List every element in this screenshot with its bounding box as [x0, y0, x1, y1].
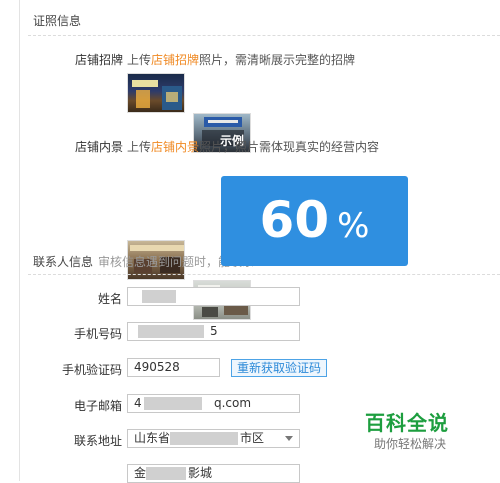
resend-code-button[interactable]: 重新获取验证码	[231, 359, 328, 377]
email-label: 电子邮箱	[73, 399, 122, 413]
redacted-city	[170, 432, 238, 445]
name-label: 姓名	[97, 292, 122, 306]
chevron-down-icon	[285, 436, 293, 441]
left-border	[19, 0, 20, 481]
address-detail-input[interactable]: 金 影城	[127, 464, 300, 483]
redacted-address	[146, 467, 186, 480]
progress-unit: %	[337, 206, 370, 246]
redacted-phone	[138, 325, 204, 338]
phone-input[interactable]: 5	[127, 322, 300, 341]
watermark-title: 百科全说	[365, 411, 449, 435]
redacted-email	[144, 397, 202, 410]
storefront-scene	[132, 80, 182, 110]
address-label: 联系地址	[73, 434, 122, 448]
contact-divider	[28, 274, 500, 275]
progress-overlay: 60 %	[221, 176, 408, 266]
contact-section-title: 联系人信息	[33, 255, 94, 269]
name-input[interactable]	[127, 287, 300, 306]
email-input[interactable]: 4 q.com	[127, 394, 300, 413]
storefront-label: 店铺招牌	[75, 53, 124, 67]
watermark-subtitle: 助你轻松解决	[374, 437, 447, 451]
progress-value: 60	[259, 191, 330, 249]
address-select[interactable]: 山东省 市区	[127, 429, 300, 448]
interior-label: 店铺内景	[75, 140, 124, 154]
code-input[interactable]: 490528	[127, 358, 220, 377]
phone-label: 手机号码	[73, 327, 122, 341]
license-section-title: 证照信息	[33, 14, 82, 28]
section-divider	[28, 35, 500, 36]
code-label: 手机验证码	[61, 363, 122, 377]
redacted-name	[142, 290, 176, 303]
interior-hint: 上传店铺内景照片，照片需体现真实的经营内容	[127, 140, 380, 154]
storefront-hint: 上传店铺招牌照片，需清晰展示完整的招牌	[127, 53, 356, 67]
storefront-photo[interactable]	[127, 73, 185, 113]
